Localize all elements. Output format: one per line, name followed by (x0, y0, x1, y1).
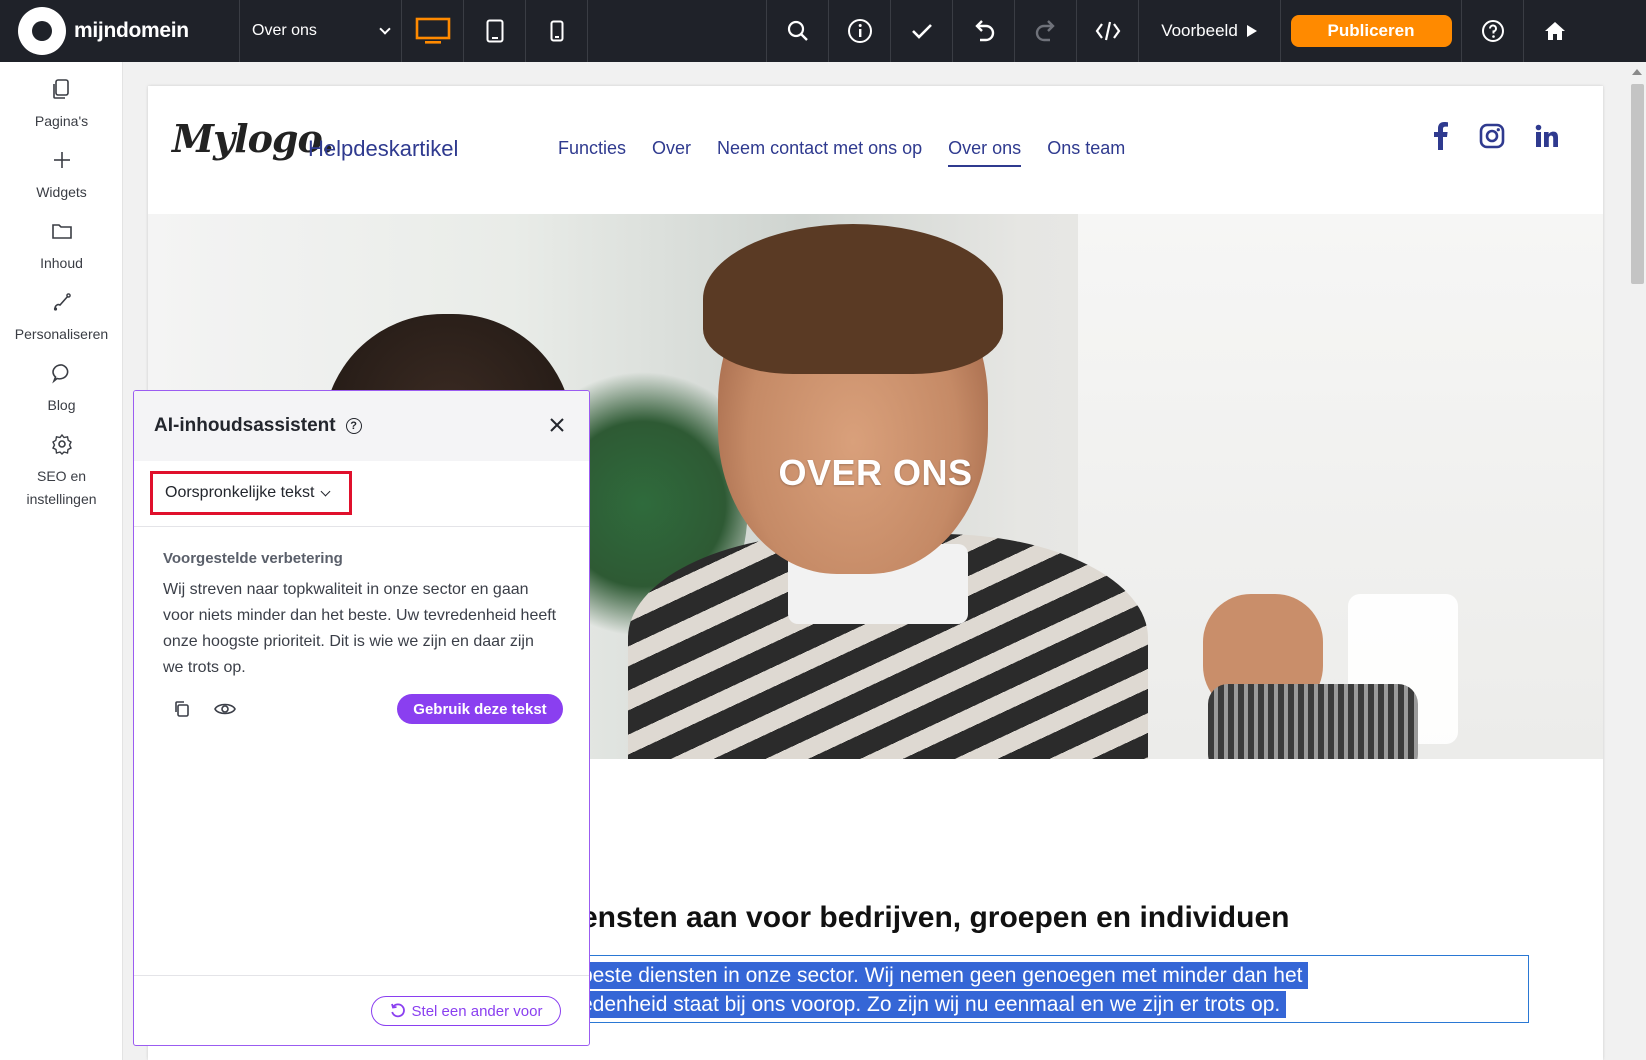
sidebar-item-label: Widgets (36, 184, 87, 200)
suggestion-actions: Gebruik deze tekst (163, 694, 563, 728)
info-icon (847, 19, 872, 43)
redo-icon (1035, 20, 1055, 42)
desktop-icon (415, 17, 450, 44)
use-this-text-button[interactable]: Gebruik deze tekst (397, 694, 563, 724)
info-button[interactable] (829, 0, 891, 62)
preview-label: Voorbeeld (1161, 21, 1238, 40)
top-toolbar: mijndomein Over ons Voorbeeld Publiceren (0, 0, 1646, 62)
tablet-view-button[interactable] (464, 0, 526, 62)
sidebar-item-content[interactable]: Inhoud (0, 204, 123, 275)
left-sidebar: Pagina's Widgets Inhoud Personaliseren B… (0, 62, 123, 1060)
site-title[interactable]: Helpdeskartikel (308, 136, 458, 162)
check-icon (911, 24, 932, 39)
site-nav-ons-team[interactable]: Ons team (1047, 138, 1125, 167)
suggest-another-label: Stel een ander voor (411, 1002, 543, 1020)
refresh-icon (390, 1003, 405, 1018)
suggestion-text: Wij streven naar topkwaliteit in onze se… (163, 581, 557, 676)
scroll-up-icon[interactable] (1632, 69, 1642, 75)
play-icon (1246, 25, 1257, 37)
search-icon (787, 20, 808, 41)
mobile-view-button[interactable] (526, 0, 588, 62)
undo-button[interactable] (953, 0, 1015, 62)
eye-icon[interactable] (214, 700, 236, 718)
toolbar-spacer (588, 0, 767, 62)
page-select-value: Over ons (252, 22, 317, 39)
mobile-icon (550, 20, 563, 42)
sidebar-item-widgets[interactable]: Widgets (0, 133, 123, 204)
suggest-another-button[interactable]: Stel een ander voor (371, 996, 561, 1026)
facebook-icon[interactable] (1433, 122, 1449, 150)
brush-icon (53, 293, 71, 311)
sidebar-item-blog[interactable]: Blog (0, 346, 123, 417)
linkedin-icon[interactable] (1535, 124, 1559, 148)
check-button[interactable] (891, 0, 953, 62)
code-button[interactable] (1077, 0, 1139, 62)
tablet-icon (486, 19, 503, 43)
site-header: Mylogo. Helpdeskartikel Functies Over Ne… (148, 86, 1603, 214)
pages-icon (52, 79, 69, 99)
site-nav: Functies Over Neem contact met ons op Ov… (558, 138, 1125, 167)
sidebar-item-label: Pagina's (34, 113, 89, 129)
sidebar-item-personalize[interactable]: Personaliseren (0, 275, 123, 346)
dropdown-value: Oorspronkelijke tekst (165, 484, 315, 501)
brand-name: mijndomein (74, 19, 189, 42)
sidebar-item-label: Blog (47, 397, 76, 413)
ai-panel-header: AI-inhoudsassistent ? (134, 391, 589, 461)
chevron-down-icon (379, 23, 391, 35)
instagram-icon[interactable] (1479, 123, 1505, 149)
chat-icon (51, 364, 68, 384)
help-icon[interactable]: ? (345, 418, 362, 434)
undo-icon (974, 20, 994, 42)
code-icon (1095, 21, 1120, 41)
site-nav-over[interactable]: Over (652, 138, 691, 167)
preview-button[interactable]: Voorbeeld (1139, 0, 1281, 62)
selected-text-line-2[interactable]: edenheid staat bij ons voorop. Zo zijn w… (581, 991, 1287, 1018)
copy-icon[interactable] (173, 700, 191, 718)
home-icon (1545, 22, 1565, 40)
original-text-dropdown[interactable]: Oorspronkelijke tekst (150, 471, 352, 515)
scrollbar-thumb[interactable] (1631, 84, 1644, 284)
ai-content-assistant-panel: AI-inhoudsassistent ? Oorspronkelijke te… (133, 390, 590, 1046)
selected-text-line-1[interactable]: beste diensten in onze sector. Wij nemen… (581, 962, 1309, 989)
sidebar-item-label: Personaliseren (14, 326, 109, 342)
social-links (1433, 122, 1559, 150)
publish-wrap: Publiceren (1281, 0, 1462, 62)
publish-button[interactable]: Publiceren (1290, 15, 1452, 47)
sidebar-item-pages[interactable]: Pagina's (0, 62, 123, 133)
plus-icon (53, 152, 70, 168)
help-button[interactable] (1462, 0, 1524, 62)
sidebar-item-label: SEO en instellingen (26, 468, 97, 507)
close-icon[interactable] (549, 417, 565, 433)
folder-icon (51, 224, 72, 239)
brand-logo-icon (18, 7, 66, 55)
sidebar-item-seo-settings[interactable]: SEO en instellingen (0, 417, 123, 511)
sidebar-item-label: Inhoud (40, 255, 83, 271)
gear-icon (51, 433, 72, 455)
ai-dropdown-row: Oorspronkelijke tekst (134, 461, 589, 527)
hero-sleeve (1208, 684, 1418, 759)
site-nav-contact[interactable]: Neem contact met ons op (717, 138, 922, 167)
brand[interactable]: mijndomein (0, 0, 240, 62)
page-select-dropdown[interactable]: Over ons (240, 0, 402, 62)
search-button[interactable] (767, 0, 829, 62)
ai-panel-footer: Stel een ander voor (134, 975, 589, 1045)
site-nav-over-ons[interactable]: Over ons (948, 138, 1022, 167)
chevron-down-icon (320, 486, 331, 497)
site-nav-functies[interactable]: Functies (558, 138, 626, 167)
desktop-view-button[interactable] (402, 0, 464, 62)
home-button[interactable] (1524, 0, 1586, 62)
suggestion-label: Voorgestelde verbetering (163, 550, 343, 567)
help-icon (1481, 20, 1504, 42)
ai-panel-title: AI-inhoudsassistent (154, 415, 336, 436)
hero-man-hair (703, 224, 1003, 374)
section-heading[interactable]: ensten aan voor bedrijven, groepen en in… (581, 901, 1289, 935)
redo-button[interactable] (1015, 0, 1077, 62)
